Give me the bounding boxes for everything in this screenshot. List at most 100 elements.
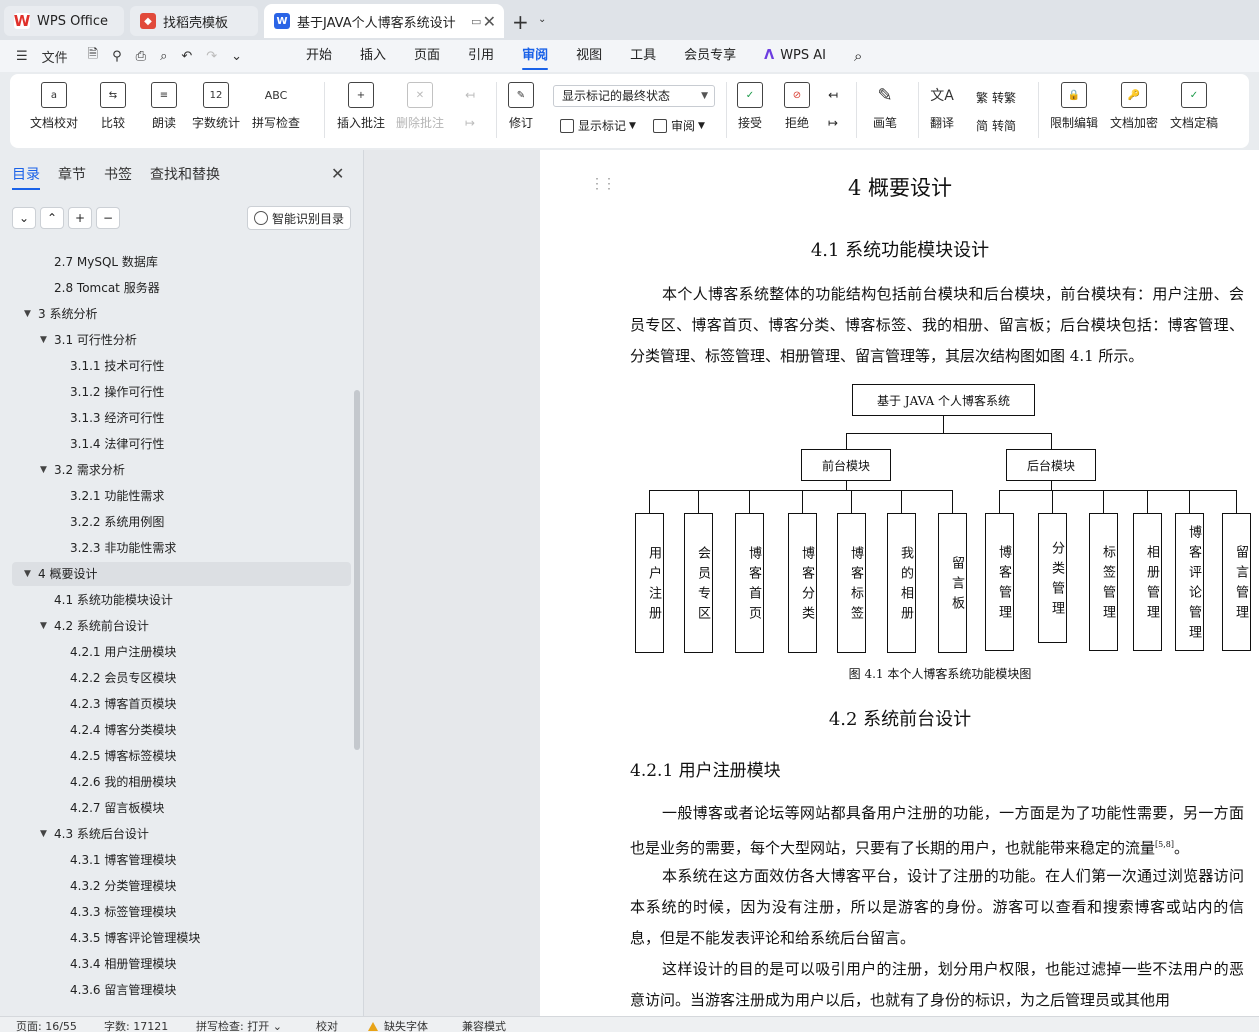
share-icon[interactable]: ⚲ <box>112 49 122 64</box>
toc-item[interactable]: ▼ 4 概要设计 <box>12 562 351 586</box>
accept-button[interactable]: ✓ 接受 <box>737 82 763 131</box>
toc-item[interactable]: 4.2.5 博客标签模块 <box>0 744 350 768</box>
monitor-icon[interactable]: ▭ <box>471 15 481 28</box>
print-preview-icon[interactable]: ⌕ <box>160 49 167 64</box>
expand-caret-icon[interactable]: ▼ <box>40 328 54 352</box>
tab-view[interactable]: 视图 <box>576 40 602 72</box>
search-icon[interactable]: ⌕ <box>854 40 862 72</box>
toc-item[interactable]: 4.3.1 博客管理模块 <box>0 848 350 872</box>
pen-button[interactable]: ✎ 画笔 <box>872 82 898 131</box>
status-proof[interactable]: 校对 <box>316 1018 338 1032</box>
toc-item[interactable]: 4.1 系统功能模块设计 <box>0 588 350 612</box>
toc-item[interactable]: 4.2.2 会员专区模块 <box>0 666 350 690</box>
toc-item[interactable]: 3.1.1 技术可行性 <box>0 354 350 378</box>
expand-caret-icon[interactable]: ▼ <box>40 458 54 482</box>
remove-heading-button[interactable]: − <box>96 207 120 229</box>
track-changes-button[interactable]: ✎ 修订 <box>508 82 534 131</box>
document-page[interactable]: ⋮⋮ 4 概要设计 4.1 系统功能模块设计 本个人博客系统整体的功能结构包括前… <box>540 150 1259 1016</box>
toc-item[interactable]: ▼ 4.2 系统前台设计 <box>0 614 350 638</box>
markup-mode-select[interactable]: 显示标记的最终状态 ▼ <box>553 85 715 107</box>
word-count-button[interactable]: 12 字数统计 <box>192 82 240 131</box>
toc-item[interactable]: 4.2.6 我的相册模块 <box>0 770 350 794</box>
toc-item[interactable]: ▼ 3.1 可行性分析 <box>0 328 350 352</box>
tab-template[interactable]: ◆ 找稻壳模板 <box>130 6 258 36</box>
toc-item[interactable]: ▼ 3 系统分析 <box>0 302 350 326</box>
toc-item[interactable]: 4.2.4 博客分类模块 <box>0 718 350 742</box>
chevron-down-icon[interactable]: ⌄ <box>538 14 546 25</box>
finalize-button[interactable]: ✓ 文档定稿 <box>1170 82 1218 131</box>
delete-comment-button[interactable]: ✕ 删除批注 <box>396 82 444 131</box>
close-icon[interactable]: ✕ <box>483 12 496 31</box>
add-heading-button[interactable]: + <box>68 207 92 229</box>
toc-item[interactable]: 3.1.4 法律可行性 <box>0 432 350 456</box>
encrypt-button[interactable]: 🔑 文档加密 <box>1110 82 1158 131</box>
toc-item[interactable]: 4.2.3 博客首页模块 <box>0 692 350 716</box>
to-simplified-button[interactable]: 简 转简 <box>976 117 1016 134</box>
tab-document[interactable]: W 基于JAVA个人博客系统设计 ▭ ✕ <box>264 4 504 38</box>
translate-button[interactable]: 文A 翻译 <box>929 82 955 131</box>
prev-change-icon[interactable]: ↤ <box>828 88 838 102</box>
status-word-count[interactable]: 字数: 17121 <box>104 1018 168 1032</box>
tab-tools[interactable]: 工具 <box>630 40 656 72</box>
spell-check-button[interactable]: ABC 拼写检查 <box>252 82 300 131</box>
toc-item[interactable]: 4.2.7 留言板模块 <box>0 796 350 820</box>
restrict-editing-button[interactable]: 🔒 限制编辑 <box>1050 82 1098 131</box>
tab-insert[interactable]: 插入 <box>360 40 386 72</box>
wps-ai-button[interactable]: Ʌ WPS AI <box>764 40 826 72</box>
close-icon[interactable]: ✕ <box>331 164 344 183</box>
prev-comment-icon[interactable]: ↤ <box>465 88 475 102</box>
toc-item[interactable]: 4.3.4 相册管理模块 <box>0 952 350 976</box>
save-icon[interactable]: 🗎 <box>88 45 98 67</box>
tab-wps-office[interactable]: W WPS Office <box>4 6 124 36</box>
expand-caret-icon[interactable]: ▼ <box>24 302 38 326</box>
redo-icon[interactable]: ↷ <box>206 49 217 64</box>
collapse-all-button[interactable]: ⌄ <box>12 207 36 229</box>
read-aloud-button[interactable]: ≡ 朗读 <box>151 82 177 131</box>
next-change-icon[interactable]: ↦ <box>828 116 838 130</box>
smart-toc-button[interactable]: 智能识别目录 <box>247 206 351 230</box>
tab-page[interactable]: 页面 <box>414 40 440 72</box>
toc-item[interactable]: 3.2.3 非功能性需求 <box>0 536 350 560</box>
chevron-down-icon[interactable]: ⌄ <box>231 49 242 64</box>
to-traditional-button[interactable]: 繁 转繁 <box>976 89 1016 106</box>
toc-item[interactable]: 3.1.3 经济可行性 <box>0 406 350 430</box>
tab-toc[interactable]: 目录 <box>12 164 40 190</box>
toc-item[interactable]: 3.2.1 功能性需求 <box>0 484 350 508</box>
expand-caret-icon[interactable]: ▼ <box>24 562 38 586</box>
compare-button[interactable]: ⇆ 比较 <box>100 82 126 131</box>
hamburger-icon[interactable]: ☰ <box>16 49 28 64</box>
tab-bookmarks[interactable]: 书签 <box>104 164 132 184</box>
toc-item[interactable]: ▼ 4.3 系统后台设计 <box>0 822 350 846</box>
toc-item[interactable]: 4.3.3 标签管理模块 <box>0 900 350 924</box>
status-spell-check[interactable]: 拼写检查: 打开 ⌄ <box>196 1018 282 1032</box>
toc-item[interactable]: 4.2.1 用户注册模块 <box>0 640 350 664</box>
insert-comment-button[interactable]: + 插入批注 <box>337 82 385 131</box>
print-icon[interactable]: ⎙ <box>136 49 146 64</box>
toc-item[interactable]: 4.3.5 博客评论管理模块 <box>0 926 350 950</box>
toc-item[interactable]: 3.1.2 操作可行性 <box>0 380 350 404</box>
next-comment-icon[interactable]: ↦ <box>465 116 475 130</box>
proofread-button[interactable]: a 文档校对 <box>30 82 78 131</box>
toc-item[interactable]: ▼ 3.2 需求分析 <box>0 458 350 482</box>
citation[interactable]: [5,8] <box>1155 840 1174 849</box>
expand-caret-icon[interactable]: ▼ <box>40 614 54 638</box>
tab-find-replace[interactable]: 查找和替换 <box>150 164 220 184</box>
toc-item[interactable]: 4.3.6 留言管理模块 <box>0 978 350 1002</box>
tab-home[interactable]: 开始 <box>306 40 332 72</box>
tab-member[interactable]: 会员专享 <box>684 40 736 72</box>
status-page[interactable]: 页面: 16/55 <box>16 1018 77 1032</box>
toc-item[interactable]: 2.8 Tomcat 服务器 <box>0 276 350 300</box>
tab-reference[interactable]: 引用 <box>468 40 494 72</box>
toc-scrollbar[interactable] <box>354 390 360 750</box>
expand-caret-icon[interactable]: ▼ <box>40 822 54 846</box>
expand-up-button[interactable]: ⌃ <box>40 207 64 229</box>
reject-button[interactable]: ⊘ 拒绝 <box>784 82 810 131</box>
toc-item[interactable]: 3.2.2 系统用例图 <box>0 510 350 534</box>
tab-review[interactable]: 审阅 <box>522 40 549 72</box>
new-tab-icon[interactable]: + <box>512 10 529 34</box>
toc-item[interactable]: 2.7 MySQL 数据库 <box>0 250 350 274</box>
undo-icon[interactable]: ↶ <box>181 49 192 64</box>
file-menu[interactable]: 文件 <box>42 47 68 66</box>
toc-item[interactable]: 4.3.2 分类管理模块 <box>0 874 350 898</box>
status-missing-font[interactable]: 缺失字体 <box>368 1018 428 1032</box>
